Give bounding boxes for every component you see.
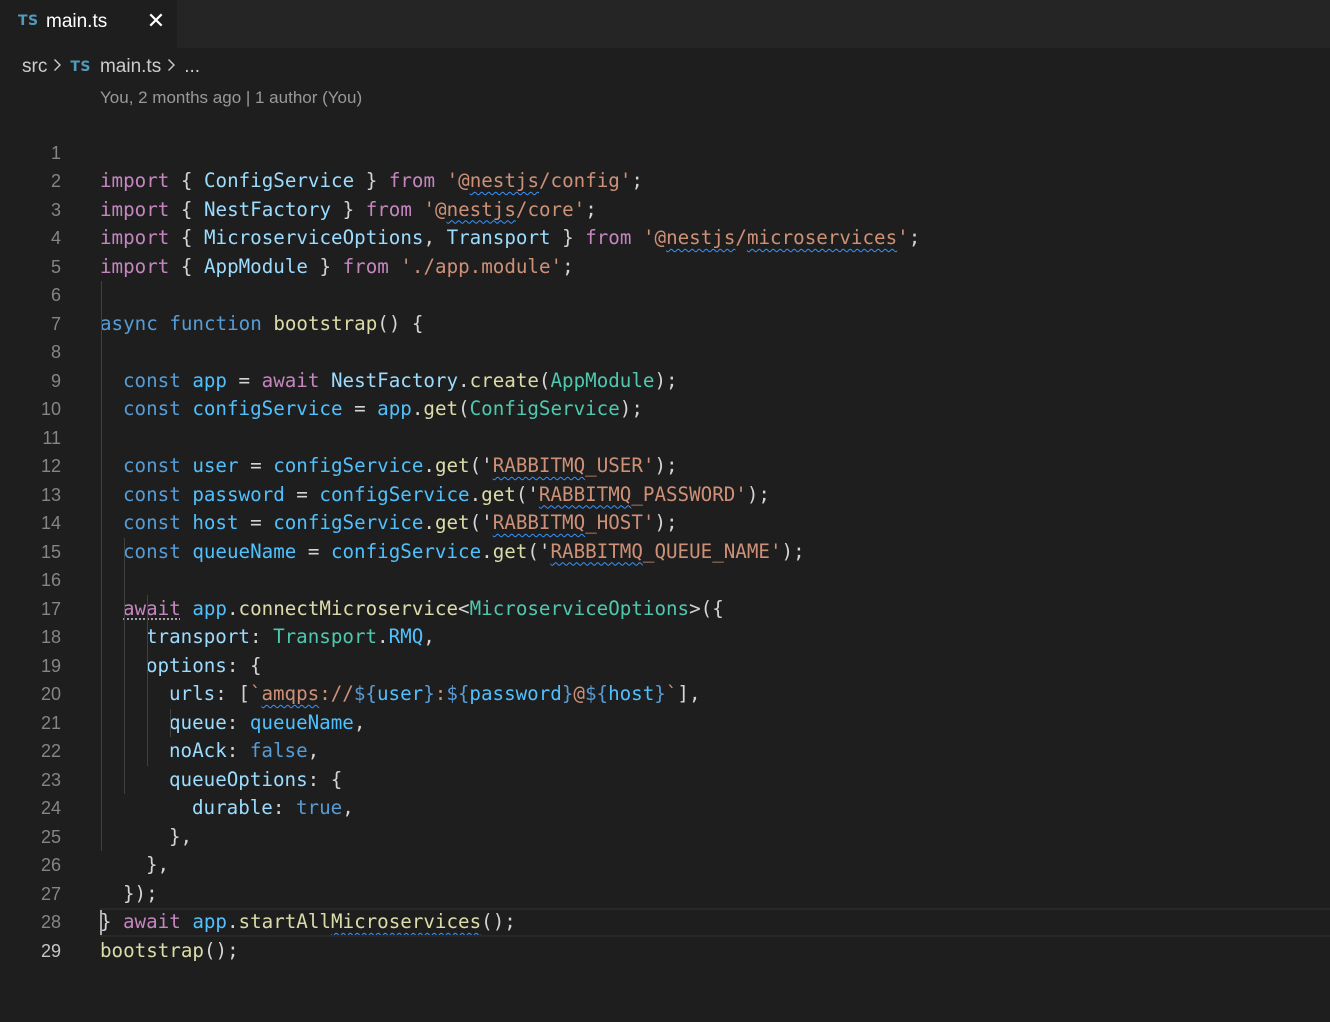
- code-line[interactable]: 19 queue: queueName,: [0, 623, 1330, 734]
- code-line[interactable]: 1 import { ConfigService } from '@nestjs…: [0, 110, 1330, 193]
- code-line[interactable]: 16 transport: Transport.RMQ,: [0, 537, 1330, 648]
- code-line[interactable]: 2 import { NestFactory } from '@nestjs/c…: [0, 139, 1330, 221]
- code-line[interactable]: 25 });: [0, 794, 1330, 905]
- chevron-right-icon: [53, 56, 62, 78]
- code-line[interactable]: 13 const queueName = configService.get('…: [0, 452, 1330, 563]
- code-line[interactable]: 22 durable: true,: [0, 708, 1330, 819]
- chevron-right-icon: [167, 56, 176, 78]
- typescript-file-icon: TS: [70, 59, 91, 75]
- close-icon[interactable]: ✕: [143, 8, 169, 36]
- typescript-file-icon: TS: [18, 13, 39, 29]
- code-line[interactable]: 12 const host = configService.get('RABBI…: [0, 423, 1330, 534]
- current-line[interactable]: 29: [0, 908, 1330, 961]
- code-line[interactable]: 5: [0, 224, 1330, 277]
- code-line[interactable]: 8 const configService = app.get(ConfigSe…: [0, 309, 1330, 420]
- code-line[interactable]: 21 queueOptions: {: [0, 680, 1330, 791]
- code-line[interactable]: 24 },: [0, 765, 1330, 876]
- code-line[interactable]: 4 import { AppModule } from './app.modul…: [0, 196, 1330, 278]
- line-number: 29: [40, 940, 61, 961]
- code-line[interactable]: 7 const app = await NestFactory.create(A…: [0, 281, 1330, 392]
- breadcrumb-folder[interactable]: src: [22, 56, 47, 78]
- tab-bar: TS main.ts ✕: [0, 0, 1330, 48]
- code-line[interactable]: 17 options: {: [0, 566, 1330, 677]
- code-line[interactable]: 18 urls: [`amqps://${user}:${password}@$…: [0, 594, 1330, 705]
- tab-main-ts[interactable]: TS main.ts ✕: [0, 0, 177, 48]
- code-line[interactable]: 26 await app.startAllMicroservices();: [0, 822, 1330, 933]
- tab-label: main.ts: [46, 11, 108, 32]
- code-editor[interactable]: 1 import { ConfigService } from '@nestjs…: [0, 110, 1330, 962]
- code-line[interactable]: 27 }: [0, 851, 1330, 934]
- text-cursor: [100, 909, 102, 935]
- code-line[interactable]: 14: [0, 480, 1330, 533]
- code-line[interactable]: 3 import { MicroserviceOptions, Transpor…: [0, 167, 1330, 250]
- breadcrumb-symbols[interactable]: ...: [184, 56, 200, 78]
- git-blame-codelens[interactable]: You, 2 months ago | 1 author (You): [100, 88, 362, 108]
- code-line[interactable]: 10 const user = configService.get('RABBI…: [0, 366, 1330, 477]
- code-line[interactable]: 11 const password = configService.get('R…: [0, 395, 1330, 506]
- code-line[interactable]: 28 bootstrap();: [0, 880, 1330, 962]
- code-line[interactable]: 6 async function bootstrap() {: [0, 253, 1330, 335]
- breadcrumb: src TS main.ts ...: [22, 54, 200, 80]
- code-line[interactable]: 23 },: [0, 737, 1330, 848]
- code-line[interactable]: 20 noAck: false,: [0, 651, 1330, 762]
- breadcrumb-file[interactable]: main.ts: [100, 56, 161, 78]
- code-line[interactable]: 15 await app.connectMicroservice<Microse…: [0, 509, 1330, 620]
- code-line[interactable]: 9: [0, 338, 1330, 391]
